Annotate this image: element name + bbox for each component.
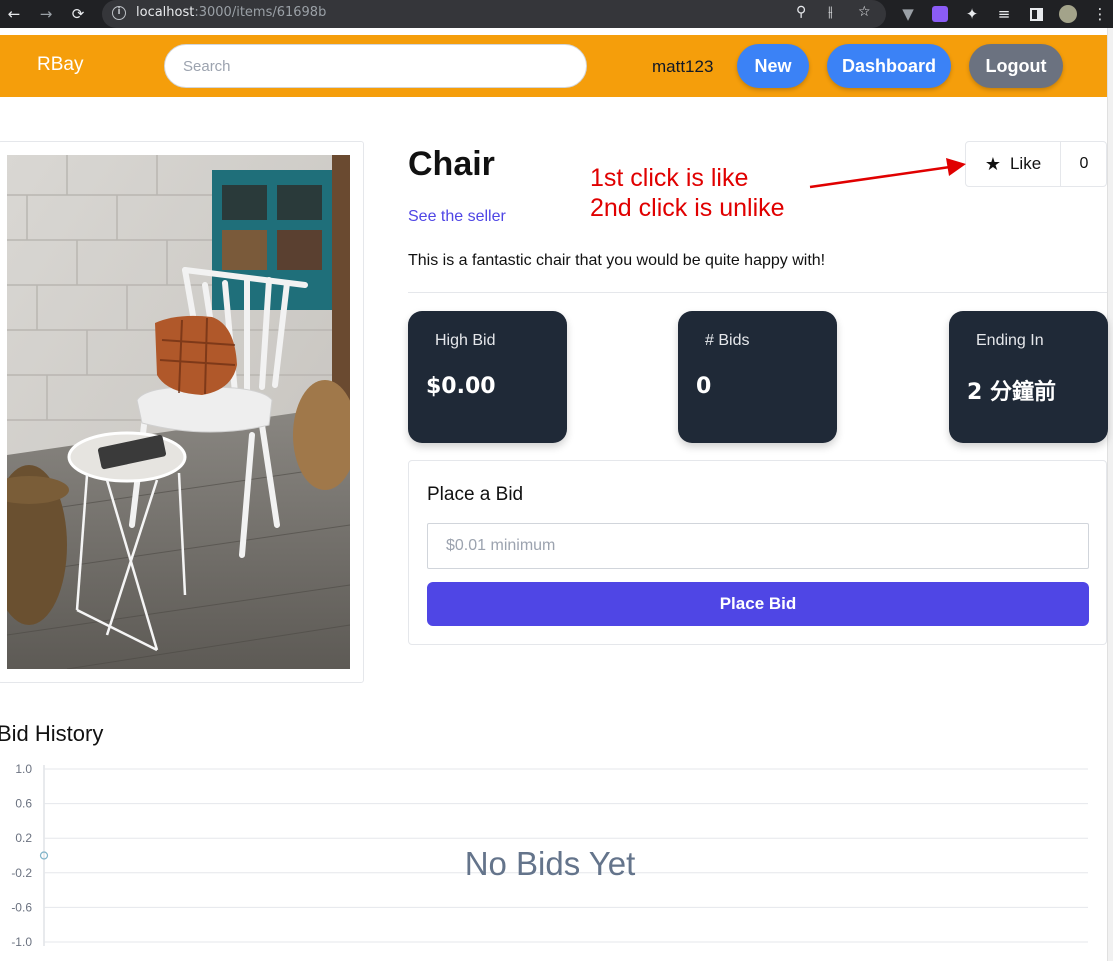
y-tick-label: 0.6 [15, 797, 32, 811]
address-bar[interactable]: i localhost:3000/items/61698b ⚲ ⫲ ☆ [102, 0, 886, 28]
brand-logo[interactable]: RBay [37, 54, 83, 76]
stat-ending-in: Ending In 2 分鐘前 [949, 311, 1108, 443]
info-icon[interactable]: i [112, 6, 126, 20]
like-button[interactable]: ★ Like [966, 142, 1061, 186]
y-tick-label: -0.2 [11, 866, 32, 880]
username: matt123 [652, 57, 714, 76]
like-button-group: ★ Like 0 [965, 141, 1107, 187]
url-text: localhost:3000/items/61698b [136, 5, 327, 20]
scrollbar[interactable] [1107, 28, 1113, 961]
navbar: RBay matt123 New Dashboard Logout [0, 35, 1107, 97]
y-tick-label: 1.0 [15, 762, 32, 776]
forward-icon[interactable]: → [36, 4, 56, 24]
puzzle-icon[interactable]: ✦ [962, 4, 982, 24]
place-bid-heading: Place a Bid [427, 484, 524, 505]
stat-value: $0.00 [426, 374, 496, 399]
divider [408, 292, 1107, 293]
like-count: 0 [1079, 155, 1089, 172]
item-title: Chair [408, 145, 495, 183]
browser-toolbar: ← → ⟳ i localhost:3000/items/61698b ⚲ ⫲ … [0, 0, 1113, 28]
new-button[interactable]: New [737, 44, 809, 88]
see-seller-link[interactable]: See the seller [408, 208, 506, 226]
extension-purple-icon[interactable] [930, 4, 950, 24]
stat-label: # Bids [705, 332, 750, 349]
profile-avatar[interactable] [1058, 4, 1078, 24]
annotation-line-1: 1st click is like [590, 164, 749, 192]
star-icon: ★ [984, 154, 1001, 174]
y-tick-label: -1.0 [11, 935, 32, 949]
zoom-icon[interactable]: ⚲ [796, 4, 806, 20]
dashboard-button[interactable]: Dashboard [827, 44, 951, 88]
y-tick-label: 0.2 [15, 831, 32, 845]
bid-amount-input[interactable] [427, 523, 1089, 569]
side-panel-icon[interactable] [1026, 4, 1046, 24]
search-input[interactable] [164, 44, 587, 88]
stat-label: Ending In [976, 332, 1044, 349]
y-tick-label: -0.6 [11, 900, 32, 914]
like-label: Like [1009, 154, 1042, 173]
share-icon[interactable]: ⫲ [828, 4, 833, 20]
stat-high-bid: High Bid $0.00 [408, 311, 567, 443]
stat-bid-count: # Bids 0 [678, 311, 837, 443]
annotation-arrow [809, 158, 966, 189]
item-description: This is a fantastic chair that you would… [408, 252, 826, 269]
reading-list-icon[interactable]: ≡ [994, 4, 1014, 24]
stat-value: 0 [696, 374, 712, 399]
reload-icon[interactable]: ⟳ [68, 4, 88, 24]
annotation-line-2: 2nd click is unlike [590, 194, 785, 222]
bookmark-star-icon[interactable]: ☆ [858, 4, 871, 20]
menu-icon[interactable]: ⋮ [1090, 4, 1110, 24]
stat-value: 2 分鐘前 [967, 380, 1056, 405]
place-bid-button[interactable]: Place Bid [427, 582, 1089, 626]
place-bid-card: Place a Bid Place Bid [408, 460, 1107, 645]
extension-v-icon[interactable]: ▼ [898, 4, 918, 24]
logout-button[interactable]: Logout [969, 44, 1063, 88]
item-photo [7, 155, 350, 669]
back-icon[interactable]: ← [4, 4, 24, 24]
stat-label: High Bid [435, 332, 496, 349]
no-bids-message: No Bids Yet [464, 845, 636, 882]
bid-history-title: Bid History [0, 721, 104, 746]
